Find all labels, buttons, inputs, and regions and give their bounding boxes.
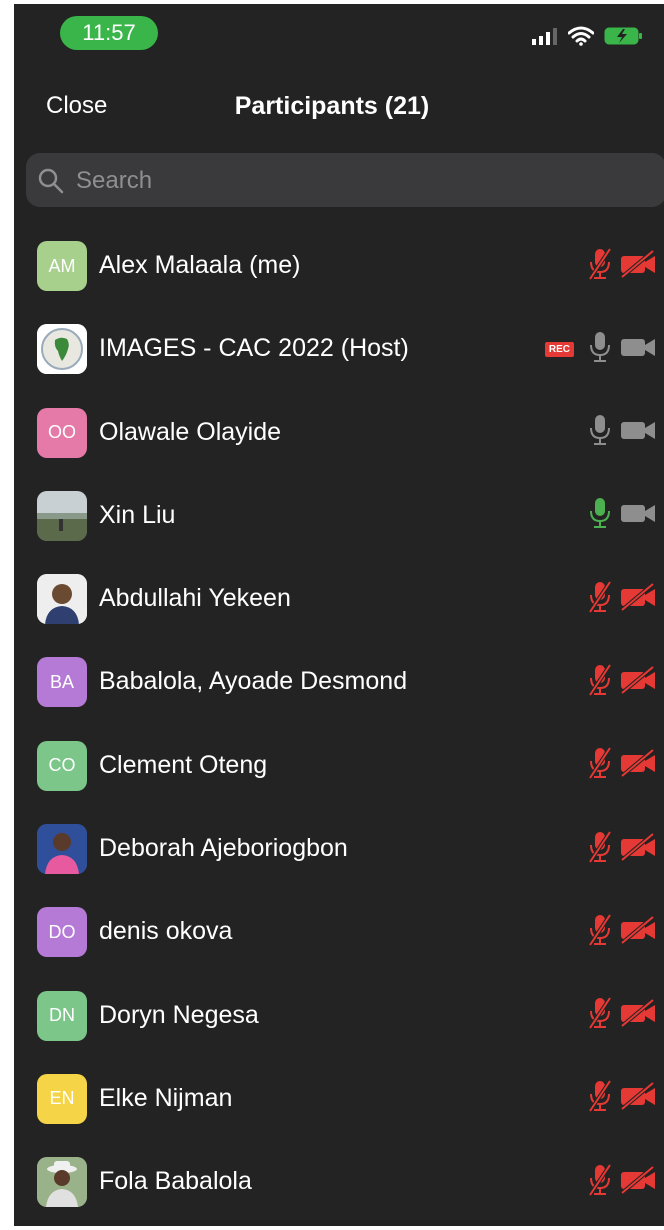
avatar <box>37 574 87 625</box>
participants-screen: 11:57 Close Participants (21) Search AM … <box>14 4 664 1226</box>
mic-muted-icon <box>588 996 612 1035</box>
participant-row[interactable]: AM Alex Malaala (me) <box>14 223 664 306</box>
participant-row[interactable]: Deborah Ajeboriogbon <box>14 806 664 889</box>
participant-name: Alex Malaala (me) <box>99 251 301 279</box>
mic-muted-icon <box>588 746 612 785</box>
video-icon <box>620 333 656 366</box>
participant-status-icons <box>588 913 656 952</box>
participant-name: Deborah Ajeboriogbon <box>99 834 348 863</box>
participant-name: Elke Nijman <box>99 1083 233 1112</box>
avatar: BA <box>37 657 87 708</box>
participant-row[interactable]: DN Doryn Negesa <box>14 973 664 1056</box>
mic-muted-icon <box>588 1163 612 1202</box>
participant-status-icons <box>588 1163 656 1202</box>
avatar: OO <box>37 407 87 458</box>
search-input[interactable] <box>74 163 638 199</box>
participant-status-icons <box>588 663 656 702</box>
avatar: DN <box>37 990 87 1041</box>
participant-list: AM Alex Malaala (me) IMAGES - CAC 2022 (Ho… <box>14 223 664 1223</box>
video-off-icon <box>620 748 656 782</box>
participant-row[interactable]: Fola Babalola <box>14 1139 664 1222</box>
participant-name: Olawale Olayide <box>99 417 282 446</box>
participant-row[interactable]: DO denis okova <box>14 889 664 972</box>
avatar: AM <box>37 241 87 291</box>
participant-status-icons <box>588 580 656 619</box>
video-icon <box>620 416 656 449</box>
participant-status-icons <box>588 746 656 785</box>
participant-name: Clement Oteng <box>99 750 268 779</box>
recording-badge: REC <box>544 341 574 357</box>
mic-muted-icon <box>588 663 612 702</box>
mic-muted-icon <box>588 247 612 286</box>
battery-charging-icon <box>604 27 642 45</box>
wifi-icon <box>568 26 594 46</box>
video-off-icon <box>620 582 656 616</box>
participant-name: Xin Liu <box>99 500 176 529</box>
video-off-icon <box>620 998 656 1032</box>
status-bar: 11:57 <box>14 4 664 64</box>
participant-row[interactable]: EN Elke Nijman <box>14 1056 664 1139</box>
header: Close Participants (21) <box>14 74 664 134</box>
search-bar[interactable] <box>26 153 664 207</box>
avatar <box>37 490 87 541</box>
participant-status-icons <box>588 830 656 869</box>
mic-icon <box>588 330 612 369</box>
mic-muted-icon <box>588 913 612 952</box>
participant-name: denis okova <box>99 917 233 946</box>
participant-name: Fola Babalola <box>99 1167 252 1196</box>
participant-row[interactable]: IMAGES - CAC 2022 (Host) REC <box>14 306 664 389</box>
search-icon <box>38 168 64 194</box>
page-title: Participants (21) <box>234 92 430 120</box>
participant-row[interactable]: CO Clement Oteng <box>14 723 664 806</box>
avatar: CO <box>37 740 87 791</box>
video-off-icon <box>620 832 656 866</box>
mic-icon <box>588 413 612 452</box>
status-icons <box>532 24 644 48</box>
mic-muted-icon <box>588 580 612 619</box>
participant-name: IMAGES - CAC 2022 (Host) <box>99 334 409 363</box>
video-icon <box>620 499 656 532</box>
participant-status-icons <box>588 247 656 286</box>
mic-icon <box>588 496 612 535</box>
participant-row[interactable]: BA Babalola, Ayoade Desmond <box>14 639 664 722</box>
video-off-icon <box>620 915 656 949</box>
avatar: DO <box>37 907 87 958</box>
status-time: 11:57 <box>60 16 158 50</box>
video-off-icon <box>620 665 656 699</box>
participant-status-icons <box>588 996 656 1035</box>
mic-muted-icon <box>588 830 612 869</box>
participant-name: Abdullahi Yekeen <box>99 584 291 613</box>
video-off-icon <box>620 1165 656 1199</box>
avatar: EN <box>37 1073 87 1124</box>
participant-status-icons: REC <box>544 330 656 369</box>
avatar <box>37 1157 87 1208</box>
video-off-icon <box>620 248 656 283</box>
participant-name: Doryn Negesa <box>99 1000 259 1029</box>
participant-status-icons <box>588 496 656 535</box>
avatar <box>37 824 87 875</box>
mic-muted-icon <box>588 1079 612 1118</box>
participant-name: Babalola, Ayoade Desmond <box>99 667 408 696</box>
participant-status-icons <box>588 1079 656 1118</box>
video-off-icon <box>620 1081 656 1115</box>
cellular-signal-icon <box>532 28 557 45</box>
participant-status-icons <box>588 413 656 452</box>
avatar <box>37 324 87 375</box>
participant-row[interactable]: Xin Liu <box>14 473 664 556</box>
participant-row[interactable]: OO Olawale Olayide <box>14 390 664 473</box>
participant-row[interactable]: Abdullahi Yekeen <box>14 556 664 639</box>
